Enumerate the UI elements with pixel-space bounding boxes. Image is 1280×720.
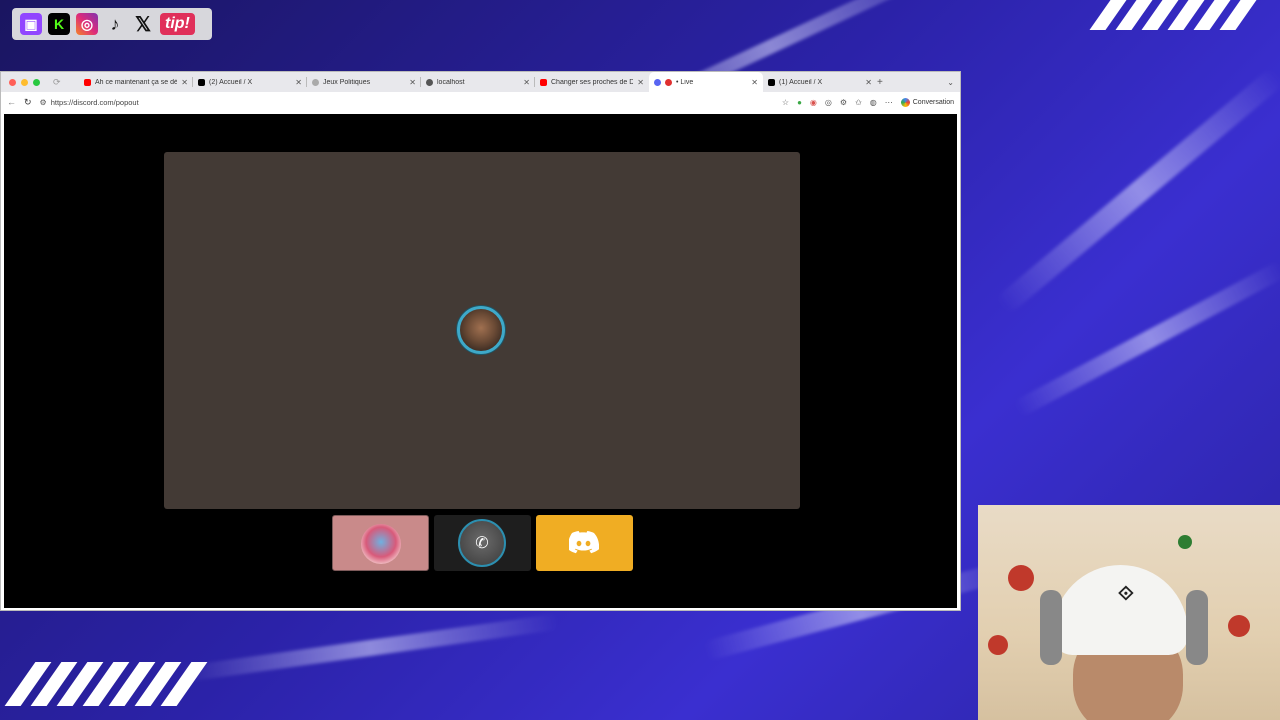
close-tab-icon[interactable]: ✕ <box>751 78 758 87</box>
social-links-bar: ▣ K ◎ ♪ 𝕏 tip! <box>12 8 212 40</box>
browser-tab[interactable]: localhost ✕ <box>421 72 535 92</box>
browser-tab[interactable]: (1) Accueil / X ✕ <box>763 72 877 92</box>
youtube-favicon-icon <box>540 78 547 86</box>
youtube-favicon-icon <box>84 78 91 86</box>
minimize-window-button[interactable] <box>21 78 28 86</box>
streamer-cap <box>1053 565 1188 655</box>
headphones <box>1186 590 1208 665</box>
x-favicon-icon <box>198 78 205 86</box>
window-controls <box>1 78 53 86</box>
browser-tab[interactable]: Jeux Politiques ✕ <box>307 72 421 92</box>
browser-tab-active[interactable]: • Live ✕ <box>649 72 763 92</box>
x-icon: 𝕏 <box>134 13 152 36</box>
browser-window: ⟳ Ah ce maintenant ça se dégui ✕ (2) Acc… <box>0 71 961 611</box>
conversation-label: Conversation <box>912 98 954 106</box>
webcam-feed: ⟐ <box>978 505 1280 720</box>
close-tab-icon[interactable]: ✕ <box>409 78 416 87</box>
back-arrow-icon[interactable]: ← <box>7 97 16 107</box>
refresh-extension-icon[interactable]: ◎ <box>825 98 832 107</box>
call-participant-tile[interactable]: ✆ <box>434 515 531 571</box>
tab-title: (2) Accueil / X <box>209 78 253 86</box>
stripe-decoration-bottom <box>4 662 208 706</box>
maximize-window-button[interactable] <box>33 78 40 86</box>
close-tab-icon[interactable]: ✕ <box>295 78 302 87</box>
twitch-icon: ▣ <box>20 13 42 35</box>
call-avatar: ✆ <box>458 519 506 567</box>
browser-tab[interactable]: Ah ce maintenant ça se dégui ✕ <box>79 72 193 92</box>
new-tab-button[interactable]: + <box>877 77 891 88</box>
phone-icon: ✆ <box>475 535 489 552</box>
instagram-icon: ◎ <box>76 13 98 35</box>
background-streak <box>180 613 560 683</box>
localhost-favicon-icon <box>426 78 433 86</box>
close-tab-icon[interactable]: ✕ <box>865 78 872 87</box>
discord-tile[interactable] <box>536 515 633 571</box>
reload-icon[interactable]: ⟳ <box>53 77 79 88</box>
location-pin-icon[interactable]: ● <box>797 98 802 107</box>
favorites-icon[interactable]: ✩ <box>855 98 862 107</box>
stripe-decoration-top <box>1089 0 1257 30</box>
headphones <box>1040 590 1062 665</box>
x-favicon-icon <box>768 78 775 86</box>
url-text: https://discord.com/popout <box>50 97 139 107</box>
background-streak <box>995 66 1280 316</box>
conversation-button[interactable]: Conversation <box>900 97 954 107</box>
close-tab-icon[interactable]: ✕ <box>637 78 644 87</box>
background-streak <box>1013 260 1280 418</box>
close-tab-icon[interactable]: ✕ <box>181 78 188 87</box>
tab-strip: ⟳ Ah ce maintenant ça se dégui ✕ (2) Acc… <box>1 72 960 92</box>
tab-title: (1) Accueil / X <box>779 78 823 86</box>
speaking-user-avatar[interactable] <box>457 306 505 354</box>
globe-favicon-icon <box>312 78 319 86</box>
recording-dot-icon <box>665 78 672 86</box>
extension-icon[interactable]: ◉ <box>810 98 817 107</box>
discord-popout-content: ✆ <box>4 114 957 608</box>
tab-title: localhost <box>437 78 465 86</box>
discord-favicon-icon <box>654 78 661 86</box>
tab-title: Jeux Politiques <box>323 78 371 86</box>
tip-badge: tip! <box>160 13 195 35</box>
tab-title: • Live <box>676 78 694 86</box>
site-info-icon[interactable]: ⚙ <box>40 98 47 107</box>
participant-avatar <box>361 524 401 564</box>
kick-icon: K <box>48 13 70 35</box>
profile-avatar[interactable]: ◍ <box>870 98 877 107</box>
participant-tile[interactable] <box>332 515 429 571</box>
cap-logo-icon: ⟐ <box>1118 583 1134 605</box>
close-window-button[interactable] <box>9 78 16 86</box>
tiktok-icon: ♪ <box>110 13 120 34</box>
reload-icon[interactable]: ↻ <box>24 97 32 108</box>
browser-toolbar: ← ↻ ⚙ https://discord.com/popout ☆ ● ◉ ◎… <box>1 92 960 112</box>
tab-list-chevron-icon[interactable]: ⌄ <box>947 78 954 87</box>
bookmark-star-icon[interactable]: ☆ <box>782 98 789 107</box>
tab-title: Changer ses proches de DRO <box>551 78 634 86</box>
close-tab-icon[interactable]: ✕ <box>523 78 530 87</box>
address-bar[interactable]: ⚙ https://discord.com/popout <box>40 98 774 107</box>
browser-tab[interactable]: (2) Accueil / X ✕ <box>193 72 307 92</box>
participant-tiles: ✆ <box>332 515 633 571</box>
copilot-icon <box>900 97 910 107</box>
settings-icon[interactable]: ⚙ <box>840 98 847 107</box>
more-menu-icon[interactable]: ⋯ <box>885 98 893 107</box>
discord-logo-icon <box>569 531 599 554</box>
tab-title: Ah ce maintenant ça se dégui <box>95 78 178 86</box>
video-stage <box>164 152 800 509</box>
browser-tab[interactable]: Changer ses proches de DRO ✕ <box>535 72 649 92</box>
